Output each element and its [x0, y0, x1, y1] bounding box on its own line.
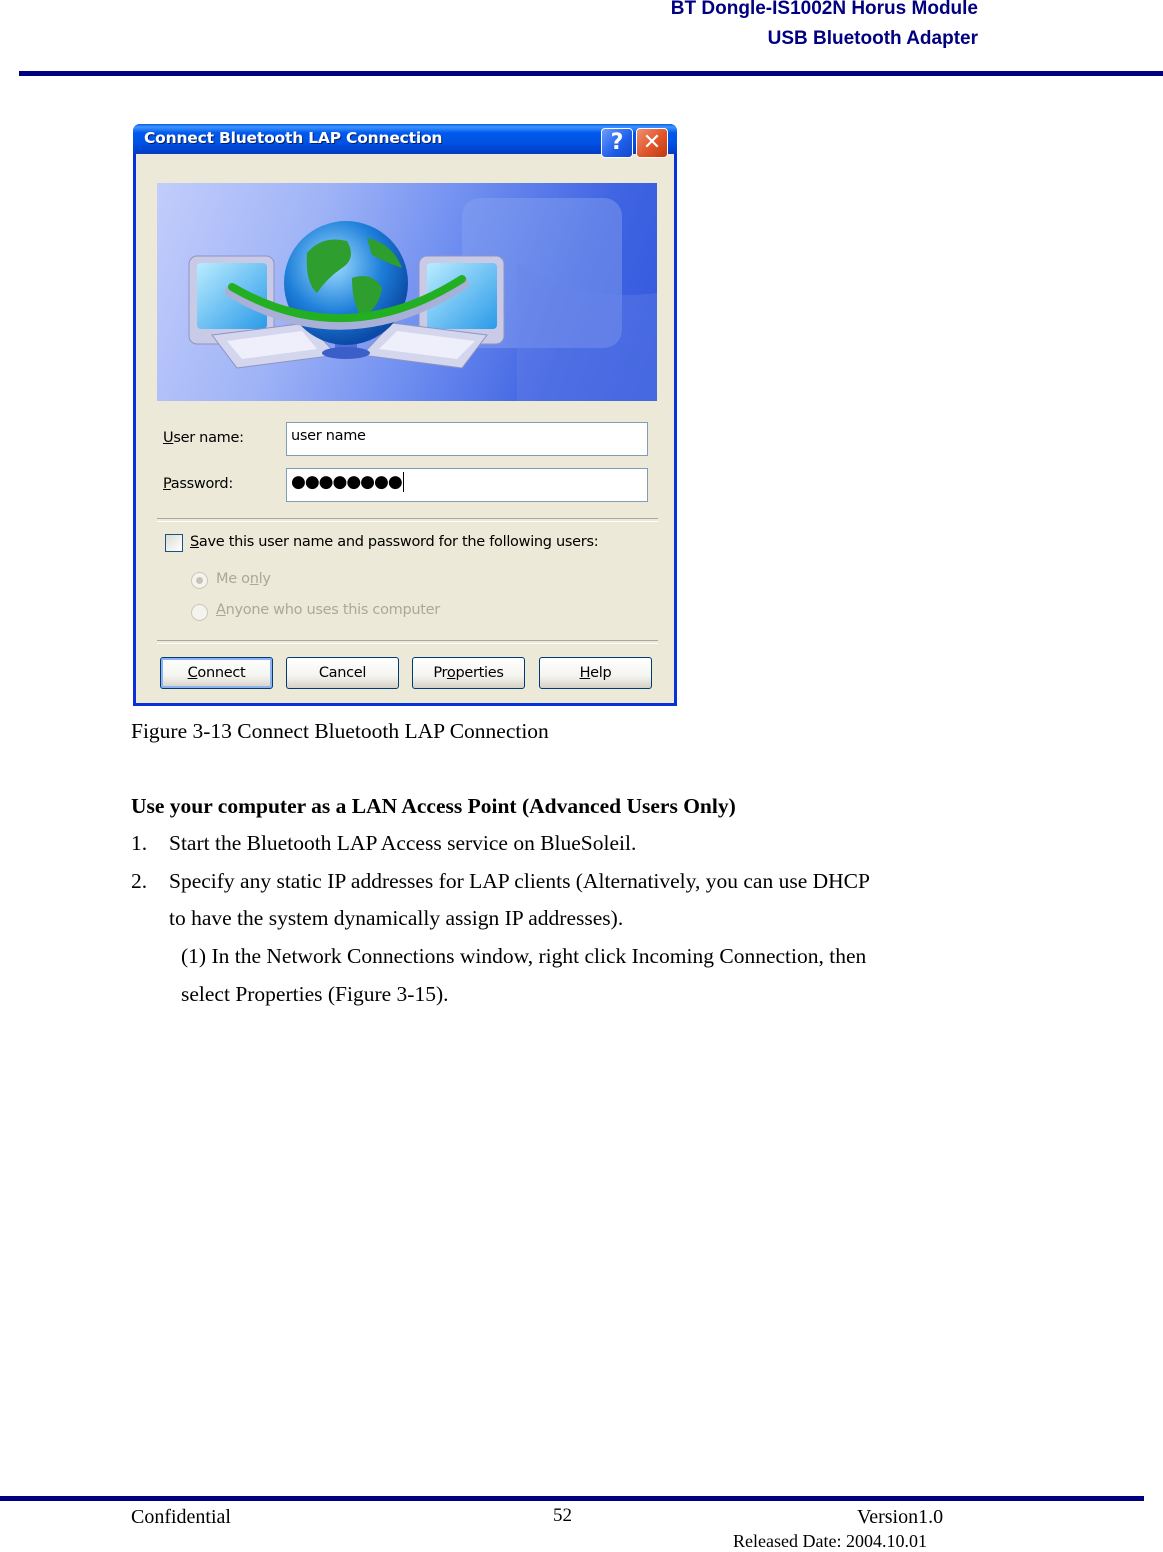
separator	[157, 518, 658, 522]
save-credentials-checkbox[interactable]	[165, 534, 183, 552]
header-product-name: BT Dongle-IS1002N Horus Module	[670, 0, 978, 19]
cancel-button[interactable]: Cancel	[286, 657, 399, 689]
header-rule	[19, 71, 1163, 76]
close-icon[interactable]: ✕	[636, 128, 668, 158]
separator	[157, 640, 658, 644]
network-banner-image	[157, 183, 657, 401]
footer-rule	[0, 1496, 1144, 1501]
footer-released-date: Released Date: 2004.10.01	[733, 1531, 927, 1551]
step-number: 1.	[131, 831, 148, 855]
help-button[interactable]: Help	[539, 657, 652, 689]
section-heading: Use your computer as a LAN Access Point …	[131, 794, 736, 818]
footer-page-number: 52	[553, 1505, 572, 1526]
password-input[interactable]: ●●●●●●●●	[286, 468, 648, 502]
username-input[interactable]: user name	[286, 422, 648, 456]
step-text: Specify any static IP addresses for LAP …	[169, 869, 870, 893]
connect-button[interactable]: Connect	[160, 657, 273, 689]
step-text: to have the system dynamically assign IP…	[169, 906, 624, 930]
me-only-label: Me only	[216, 571, 271, 587]
dialog-titlebar: Connect Bluetooth LAP Connection ? ✕	[133, 124, 677, 158]
anyone-label: Anyone who uses this computer	[216, 602, 440, 618]
figure-caption: Figure 3-13 Connect Bluetooth LAP Connec…	[131, 719, 549, 743]
network-illustration	[188, 198, 657, 401]
me-only-radio	[191, 572, 208, 589]
help-icon[interactable]: ?	[601, 128, 633, 158]
password-label: Password:	[163, 476, 233, 492]
connect-lap-dialog: Connect Bluetooth LAP Connection ? ✕ Use…	[133, 124, 677, 706]
anyone-radio	[191, 604, 208, 621]
password-mask: ●●●●●●●●	[291, 472, 403, 492]
dialog-title: Connect Bluetooth LAP Connection	[144, 129, 443, 147]
username-label: User name:	[163, 430, 244, 446]
header-product-type: USB Bluetooth Adapter	[767, 28, 978, 49]
substep-text: (1) In the Network Connections window, r…	[181, 944, 867, 968]
step-number: 2.	[131, 869, 148, 893]
substep-text: select Properties (Figure 3-15).	[181, 982, 449, 1006]
step-text: Start the Bluetooth LAP Access service o…	[169, 831, 637, 855]
properties-button[interactable]: Properties	[412, 657, 525, 689]
footer-version: Version1.0	[857, 1506, 944, 1528]
save-credentials-label[interactable]: Save this user name and password for the…	[190, 534, 599, 550]
footer-confidential: Confidential	[131, 1506, 231, 1528]
text-caret	[402, 472, 404, 492]
